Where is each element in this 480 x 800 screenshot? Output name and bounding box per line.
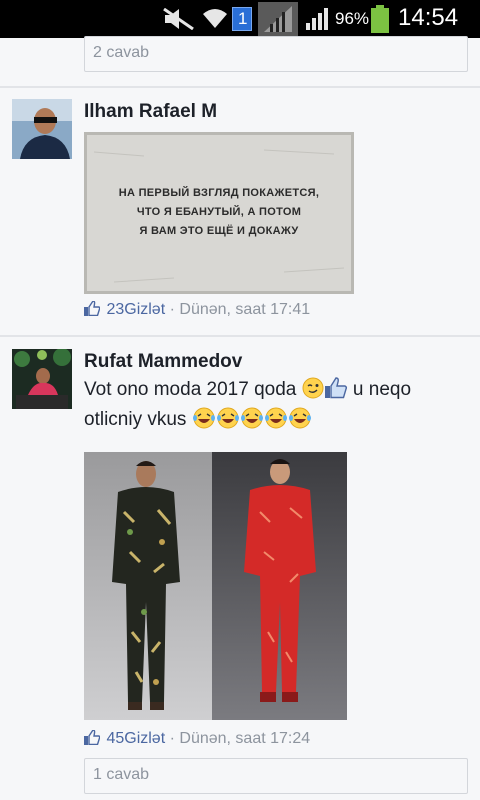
laughing-emoji — [264, 407, 287, 429]
thumbs-up-icon — [84, 730, 100, 745]
battery-percent: 96% — [335, 9, 370, 28]
status-bar: 1 96% 14:54 — [0, 0, 480, 38]
laughing-emojis — [192, 407, 312, 430]
comment-text: Vot ono moda 2017 qoda u neqo otlicniy v… — [84, 377, 412, 430]
meme-text-line: Я ВАМ ЭТО ЕЩЁ И ДОКАЖУ — [139, 225, 299, 237]
like-count[interactable]: 45Gizlət — [106, 730, 165, 747]
comment-image[interactable]: НА ПЕРВЫЙ ВЗГЛЯД ПОКАЖЕТСЯ, ЧТО Я ЕБАНУТ… — [84, 132, 354, 294]
comment-author[interactable]: Ilham Rafael M — [84, 101, 217, 123]
comment-meta: 45Gizlət · Dünən, saat 17:24 — [84, 730, 310, 748]
view-replies-button[interactable]: 1 cavab — [84, 758, 468, 794]
meme-text-line: ЧТО Я ЕБАНУТЫЙ, А ПОТОМ — [136, 206, 302, 218]
thumbs-up-icon — [84, 301, 100, 316]
wink-emoji — [302, 377, 324, 399]
thumbs-up-emoji — [324, 377, 347, 399]
avatar[interactable] — [12, 99, 72, 159]
meme-text-line: НА ПЕРВЫЙ ВЗГЛЯД ПОКАЖЕТСЯ, — [118, 187, 320, 199]
divider — [0, 86, 480, 88]
laughing-emoji — [216, 407, 239, 429]
comment-image[interactable] — [84, 452, 347, 720]
cellular-signal-icon — [306, 8, 328, 30]
notification-badge: 1 — [232, 7, 252, 31]
battery-icon — [371, 5, 389, 33]
view-replies-button[interactable]: 2 cavab — [84, 36, 468, 72]
divider — [0, 335, 480, 337]
comment-meta: 23Gizlət · Dünən, saat 17:41 — [84, 301, 310, 319]
laughing-emoji — [240, 407, 263, 429]
comment-timestamp: Dünən, saat 17:24 — [179, 730, 311, 747]
avatar[interactable] — [12, 349, 72, 409]
laughing-emoji — [288, 407, 311, 429]
like-count[interactable]: 23Gizlət — [106, 301, 165, 318]
signal-icon — [258, 2, 298, 36]
wifi-icon — [203, 9, 227, 28]
mute-icon — [163, 8, 194, 30]
clock: 14:54 — [398, 4, 459, 31]
comment-timestamp: Dünən, saat 17:41 — [179, 301, 311, 318]
comment-author[interactable]: Rufat Mammedov — [84, 351, 242, 373]
laughing-emoji — [192, 407, 215, 429]
